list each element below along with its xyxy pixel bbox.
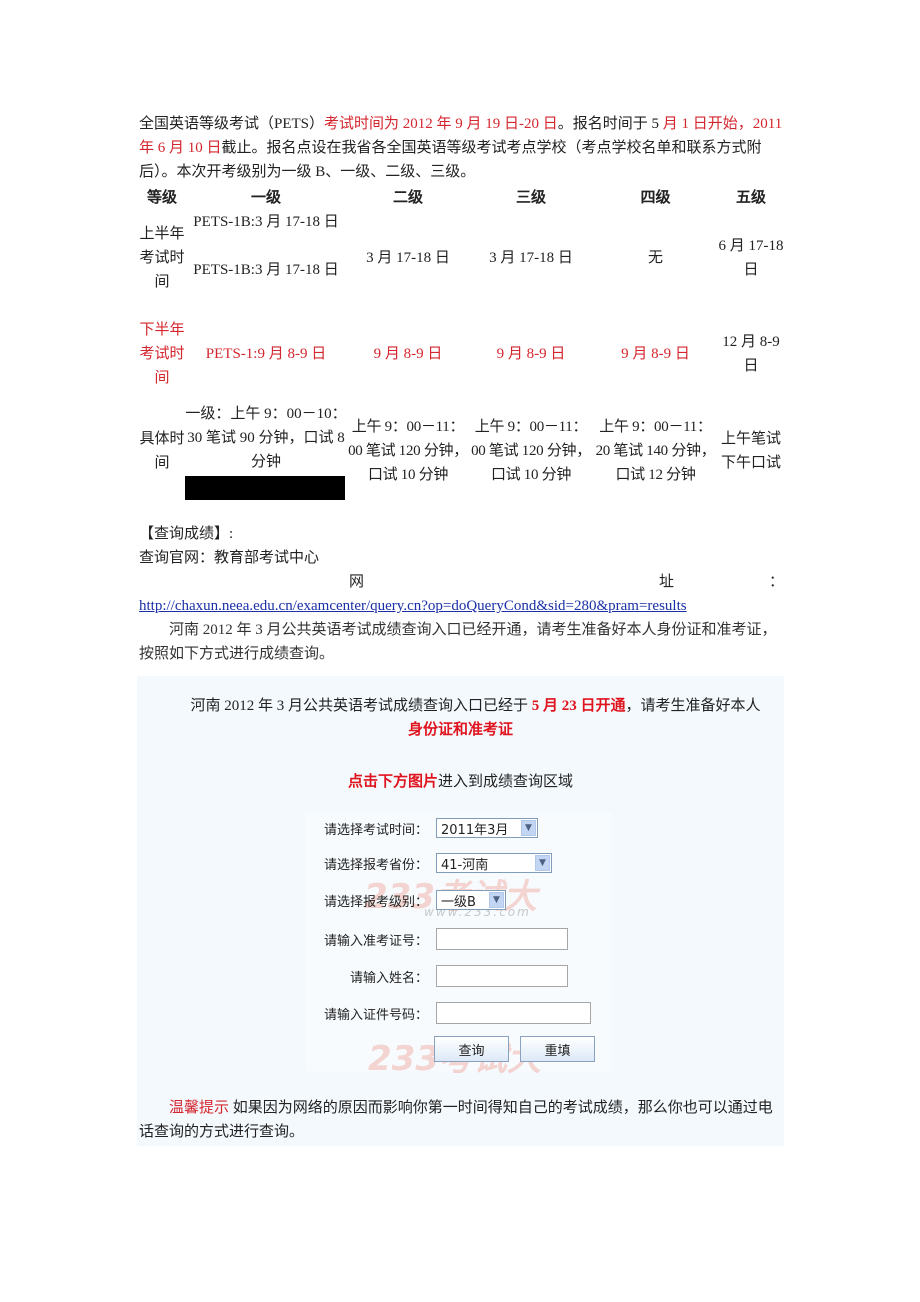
province-label: 请选择报考省份：	[323, 857, 428, 873]
table-cell: 无	[647, 250, 663, 266]
province-row: 请选择报考省份： 41-河南 ▼	[306, 853, 552, 873]
table-cell: PETS-1B:3 月 17-18 日 PETS-1B:3 月 17-18 日	[185, 210, 347, 306]
url-label-line: 网 址 ：	[139, 570, 784, 594]
table-row: 下半年考试时间 PETS-1:9 月 8-9 日 9 月 8-9 日 9 月 8…	[139, 306, 784, 402]
redaction-block	[185, 476, 345, 500]
score-query-form-image[interactable]: 233考试大 www.233.com 233考试大 请选择考试时间： 2011年…	[306, 813, 612, 1079]
open-date-highlight: 5 月 23 日开通	[531, 698, 626, 714]
tip-label: 温馨提示	[169, 1100, 230, 1116]
exam-schedule-table: 等级 一级 二级 三级 四级 五级 上半年考试时间 PETS-1B:3 月 17…	[139, 186, 784, 500]
official-site-text: 查询官网：教育部考试中心	[139, 550, 320, 566]
level-select[interactable]: 一级B ▼	[436, 890, 506, 910]
level-value: 一级B	[441, 894, 476, 910]
name-input[interactable]	[436, 965, 568, 987]
table-cell: 3 月 17-18 日	[489, 250, 573, 266]
table-header-row: 等级 一级 二级 三级 四级 五级	[139, 186, 784, 210]
article: 全国英语等级考试（PETS）考试时间为 2012 年 9 月 19 日-20 日…	[139, 112, 784, 666]
notice-line: 河南 2012 年 3 月公共英语考试成绩查询入口已经于 5 月 23 日开通，…	[137, 694, 784, 718]
table-header: 二级	[392, 190, 423, 206]
table-cell: 3 月 17-18 日	[366, 250, 450, 266]
row-label: 下半年考试时间	[139, 322, 185, 386]
url-label: ：	[768, 574, 784, 590]
table-header: 四级	[640, 190, 671, 206]
exam-time-select[interactable]: 2011年3月 ▼	[436, 818, 538, 838]
id-documents-highlight: 身份证和准考证	[407, 722, 513, 738]
table-header: 五级	[735, 190, 766, 206]
chevron-down-icon: ▼	[489, 892, 504, 908]
table-cell: 9 月 8-9 日	[373, 346, 443, 362]
url-label: 址	[658, 574, 674, 590]
intro-text: 。报名时间于 5	[557, 116, 663, 132]
table-cell: 9 月 8-9 日	[496, 346, 566, 362]
tip-text: 如果因为网络的原因而影响你第一时间得知自己的考试成绩，那么你也可以通过电话查询的…	[139, 1100, 773, 1140]
intro-text: 全国英语等级考试（PETS）	[139, 116, 325, 132]
table-cell: PETS-1:9 月 8-9 日	[205, 346, 327, 362]
query-url-link[interactable]: http://chaxun.neea.edu.cn/examcenter/que…	[139, 598, 687, 614]
exam-time-label: 请选择考试时间：	[323, 822, 428, 838]
cell-text: 一级：上午 9：00－10：30 笔试 90 分钟，口试 8 分钟	[185, 406, 347, 470]
id-row: 请输入证件号码：	[306, 1002, 591, 1024]
cell-line: PETS-1B:3 月 17-18 日	[193, 262, 339, 278]
url-label: 网	[349, 574, 365, 590]
query-heading: 【查询成绩】:	[139, 526, 234, 542]
exam-time-value: 2011年3月	[441, 822, 509, 838]
level-row: 请选择报考级别： 一级B ▼	[306, 890, 506, 910]
click-instruction: 点击下方图片进入到成绩查询区域	[137, 770, 784, 794]
table-header: 等级	[146, 190, 177, 206]
ticket-label: 请输入准考证号：	[323, 933, 428, 949]
chevron-down-icon: ▼	[535, 855, 550, 871]
table-cell: 9 月 8-9 日	[621, 346, 690, 362]
tip-paragraph: 温馨提示 如果因为网络的原因而影响你第一时间得知自己的考试成绩，那么你也可以通过…	[139, 1096, 784, 1144]
intro-paragraph: 全国英语等级考试（PETS）考试时间为 2012 年 9 月 19 日-20 日…	[139, 112, 784, 184]
name-row: 请输入姓名：	[306, 965, 568, 987]
table-cell: 上午 9：00－11：00 笔试 120 分钟，口试 10 分钟	[348, 419, 468, 483]
ticket-row: 请输入准考证号：	[306, 928, 568, 950]
level-label: 请选择报考级别：	[323, 894, 428, 910]
row-label: 上半年考试时间	[139, 226, 185, 290]
table-cell: 上午 9：00－11：20 笔试 140 分钟，口试 12 分钟	[595, 419, 716, 483]
exam-time-row: 请选择考试时间： 2011年3月 ▼	[306, 818, 538, 838]
exam-date-highlight: 考试时间为 2012 年 9 月 19 日-20 日	[324, 116, 558, 132]
name-label: 请输入姓名：	[349, 970, 428, 986]
province-value: 41-河南	[441, 857, 489, 873]
notice-text: 进入到成绩查询区域	[438, 774, 574, 790]
id-label: 请输入证件号码：	[323, 1007, 428, 1023]
query-paragraph: 河南 2012 年 3 月公共英语考试成绩查询入口已经开通，请考生准备好本人身份…	[139, 622, 777, 662]
table-row: 上半年考试时间 PETS-1B:3 月 17-18 日 PETS-1B:3 月 …	[139, 210, 784, 306]
table-header: 一级	[250, 190, 281, 206]
table-cell: 6 月 17-18 日	[718, 238, 784, 278]
click-highlight: 点击下方图片	[347, 774, 438, 790]
table-cell: 上午笔试 下午口试	[720, 431, 781, 471]
reset-button[interactable]: 重填	[520, 1036, 595, 1062]
row-label: 具体时间	[139, 431, 185, 471]
ticket-number-input[interactable]	[436, 928, 568, 950]
cell-line: PETS-1B:3 月 17-18 日	[193, 214, 339, 230]
notice-text: ，请考生准备好本人	[625, 698, 761, 714]
query-button[interactable]: 查询	[434, 1036, 509, 1062]
table-cell: 上午 9：00－11：00 笔试 120 分钟，口试 10 分钟	[471, 419, 591, 483]
intro-text: 截止。报名点设在我省各全国英语等级考试考点学校（考点学校名单和联系方式附后）。本…	[139, 140, 762, 180]
table-cell: 一级：上午 9：00－10：30 笔试 90 分钟，口试 8 分钟	[185, 402, 347, 500]
notice-text: 河南 2012 年 3 月公共英语考试成绩查询入口已经于	[190, 698, 532, 714]
table-row: 具体时间 一级：上午 9：00－10：30 笔试 90 分钟，口试 8 分钟 上…	[139, 402, 784, 500]
province-select[interactable]: 41-河南 ▼	[436, 853, 552, 873]
chevron-down-icon: ▼	[521, 820, 536, 836]
table-header: 三级	[515, 190, 546, 206]
table-cell: 12 月 8-9 日	[722, 334, 780, 374]
id-number-input[interactable]	[436, 1002, 591, 1024]
